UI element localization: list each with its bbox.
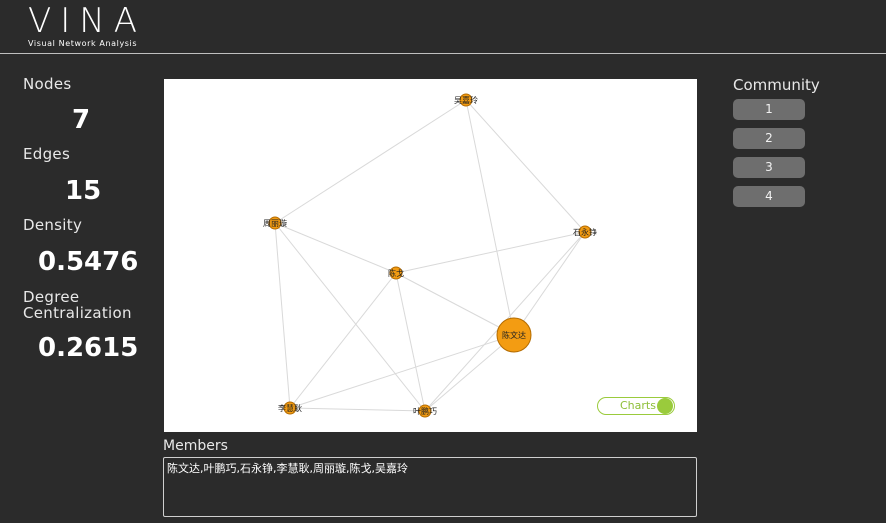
- network-graph-panel[interactable]: 吴嘉玲周丽璇石永铮陈戈陈文达李慧耿 叶鹏巧 Charts: [164, 79, 697, 432]
- edge-wu-shi: [465, 99, 586, 233]
- toggle-knob-icon[interactable]: [657, 398, 673, 414]
- density-label: Density: [23, 216, 83, 234]
- node-label-shi: 石永铮: [573, 227, 597, 237]
- members-textarea[interactable]: 陈文达,叶鹏巧,石永铮,李慧耿,周丽璇,陈戈,吴嘉玲: [163, 457, 697, 517]
- network-graph[interactable]: 吴嘉玲周丽璇石永铮陈戈陈文达李慧耿 叶鹏巧: [164, 79, 697, 432]
- community-title: Community: [733, 76, 820, 94]
- edges-value: 15: [65, 176, 102, 206]
- community-button-1[interactable]: 1: [733, 99, 805, 120]
- edge-chenge-chenwenda: [395, 272, 515, 336]
- app-title: VINA: [28, 1, 146, 41]
- community-button-4[interactable]: 4: [733, 186, 805, 207]
- edge-li-ye: [289, 407, 426, 412]
- community-button-2[interactable]: 2: [733, 128, 805, 149]
- nodes-label: Nodes: [23, 75, 72, 93]
- edge-chenge-ye: [395, 272, 426, 412]
- app-subtitle: Visual Network Analysis: [28, 39, 138, 48]
- community-button-3[interactable]: 3: [733, 157, 805, 178]
- edge-zhou-ye: [274, 222, 426, 412]
- app-logo: VINA Visual Network Analysis: [28, 4, 146, 48]
- edge-wu-zhou: [274, 99, 467, 224]
- header-divider: [0, 53, 886, 54]
- node-label-li: 李慧耿: [278, 403, 302, 413]
- centralization-value: 0.2615: [38, 333, 139, 363]
- node-label-wu: 吴嘉玲: [454, 95, 478, 105]
- node-label-chenge: 陈戈: [388, 268, 404, 278]
- centralization-label-line1: Degree: [23, 288, 80, 306]
- charts-toggle-label: Charts: [620, 399, 656, 412]
- node-label-zhou: 周丽璇: [263, 218, 287, 228]
- edge-wu-chenwenda: [465, 99, 515, 336]
- charts-toggle[interactable]: Charts: [597, 397, 675, 415]
- edge-shi-chenwenda: [513, 231, 586, 336]
- edge-chenwenda-li: [289, 334, 515, 409]
- edge-chenwenda-ye: [424, 334, 515, 412]
- edge-shi-chenge: [395, 231, 586, 274]
- nodes-value: 7: [72, 105, 91, 135]
- members-label: Members: [163, 438, 228, 454]
- node-label-chenwenda: 陈文达: [502, 330, 526, 340]
- edge-chenge-li: [289, 272, 397, 409]
- density-value: 0.5476: [38, 247, 139, 277]
- centralization-label-line2: Centralization: [23, 304, 132, 322]
- edge-zhou-li: [274, 222, 291, 409]
- node-label-ye: 叶鹏巧: [413, 406, 437, 416]
- edges-label: Edges: [23, 145, 71, 163]
- edge-zhou-chenge: [274, 222, 397, 274]
